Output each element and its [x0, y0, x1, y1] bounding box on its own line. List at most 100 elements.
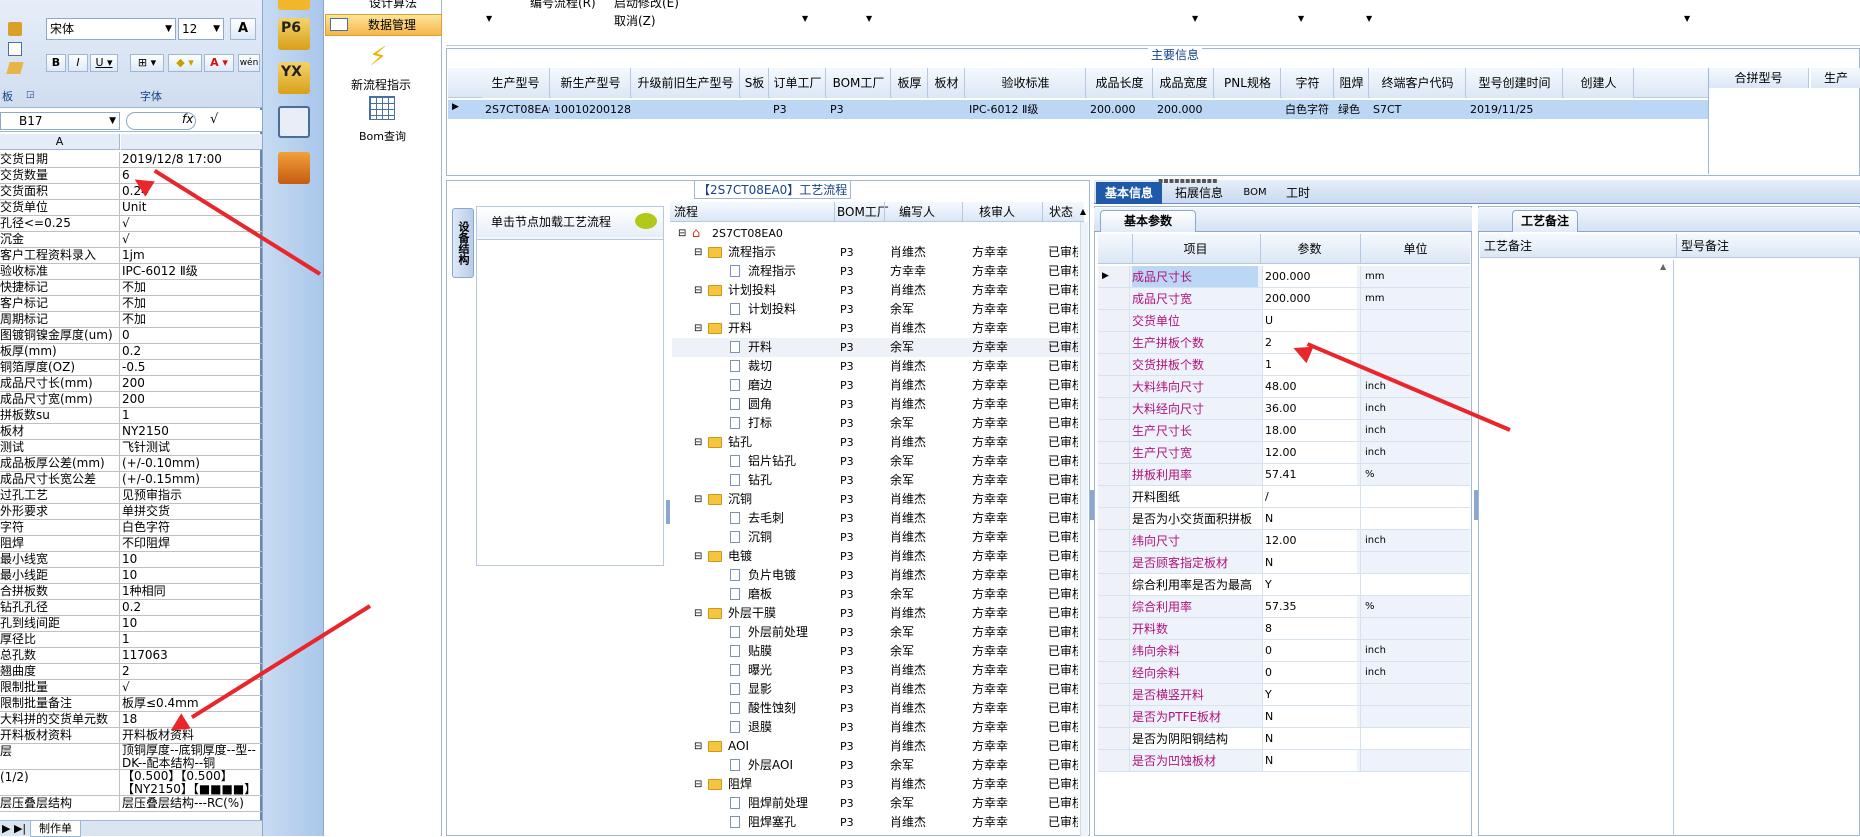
sheet-row[interactable]: 客户工程资料录入 1jm: [0, 248, 262, 264]
scroll-up-icon[interactable]: ▲: [1660, 262, 1666, 271]
name-box[interactable]: B17 ▼: [0, 112, 120, 130]
cell-b[interactable]: 200: [122, 392, 262, 407]
param-row[interactable]: 拼板利用率 57.41%: [1098, 464, 1470, 486]
column-header[interactable]: 阻焊: [1335, 68, 1369, 98]
sheet-row[interactable]: 合拼板数 1种相同: [0, 584, 262, 600]
param-value[interactable]: 200.000: [1262, 266, 1357, 287]
param-value[interactable]: 48.00: [1262, 376, 1357, 397]
tree-leaf-node[interactable]: 退膜 P3 肖维杰 方幸幸 已审核: [672, 718, 1082, 737]
tree-leaf-node[interactable]: 显影 P3 肖维杰 方幸幸 已审核: [672, 680, 1082, 699]
tree-leaf-node[interactable]: 酸性蚀刻 P3 肖维杰 方幸幸 已审核: [672, 699, 1082, 718]
param-row[interactable]: 是否为小交货面积拼板 N: [1098, 508, 1470, 530]
cell-a[interactable]: 合拼板数: [0, 584, 120, 599]
column-header[interactable]: 成品宽度: [1154, 68, 1214, 98]
tree-leaf-node[interactable]: 磨边 P3 肖维杰 方幸幸 已审核: [672, 376, 1082, 395]
sheet-row[interactable]: 字符 白色字符: [0, 520, 262, 536]
cell-b[interactable]: 10: [122, 568, 262, 583]
menu-item-cancel[interactable]: 取消(Z): [614, 12, 656, 29]
tab-1[interactable]: 拓展信息: [1166, 182, 1232, 204]
sheet-row[interactable]: 客户标记 不加: [0, 296, 262, 312]
table-icon[interactable]: [278, 0, 310, 10]
params-header-value[interactable]: 参数: [1260, 234, 1358, 264]
column-header[interactable]: 成品长度: [1087, 68, 1153, 98]
cell-a[interactable]: 阻焊: [0, 536, 120, 551]
cell-a[interactable]: (1/2): [0, 770, 120, 795]
sheet-row[interactable]: 层顶铜厚度--底铜厚度--型--DK--配本结构--铜: [0, 744, 262, 770]
cell-a[interactable]: 沉金: [0, 232, 120, 247]
yx-icon[interactable]: YX: [278, 62, 310, 94]
data-management-item[interactable]: 数据管理: [325, 14, 442, 36]
sheet-row[interactable]: 限制批量 √: [0, 680, 262, 696]
new-process-button[interactable]: 新流程指示: [351, 76, 411, 93]
cell-a[interactable]: 快捷标记: [0, 280, 120, 295]
row-selector[interactable]: [1098, 332, 1130, 353]
tree-expand-icon[interactable]: ⊟: [694, 737, 702, 756]
params-subtab[interactable]: 基本参数: [1100, 210, 1196, 232]
sheet-row[interactable]: 总孔数 117063: [0, 648, 262, 664]
sheet-row[interactable]: 大料拼的交货单元数 18: [0, 712, 262, 728]
cell-b[interactable]: 1jm: [122, 248, 262, 263]
table-cell[interactable]: [929, 100, 965, 119]
table-cell[interactable]: 2S7CT08EA0: [482, 100, 550, 119]
cell-a[interactable]: 客户标记: [0, 296, 120, 311]
cell-b[interactable]: 1: [122, 408, 262, 423]
tree-header-reviewer[interactable]: 核审人: [962, 202, 1040, 222]
cell-a[interactable]: 周期标记: [0, 312, 120, 327]
table-cell[interactable]: P3: [770, 100, 826, 119]
tab-2[interactable]: BOM: [1236, 182, 1274, 204]
phonetic-button[interactable]: wén: [238, 54, 260, 72]
chevron-down-icon[interactable]: ▼: [1298, 14, 1304, 23]
param-row[interactable]: 经向余料 0 inch: [1098, 662, 1470, 684]
cell-b[interactable]: IPC-6012 Ⅱ级: [122, 264, 262, 279]
sheet-row[interactable]: 交货数量 6: [0, 168, 262, 184]
tree-leaf-node[interactable]: 负片电镀 P3 肖维杰 方幸幸 已审核: [672, 566, 1082, 585]
table-cell[interactable]: S7CT: [1370, 100, 1466, 119]
cell-b[interactable]: -0.5: [122, 360, 262, 375]
sheet-row[interactable]: 成品尺寸宽(mm) 200: [0, 392, 262, 408]
dialog-launcher-icon[interactable]: ◲: [26, 90, 35, 100]
tree-header-status[interactable]: 状态: [1042, 202, 1076, 222]
table-cell[interactable]: [741, 100, 769, 119]
param-row[interactable]: 开料数 8: [1098, 618, 1470, 640]
cell-a[interactable]: 限制批量: [0, 680, 120, 695]
params-header-unit[interactable]: 单位: [1360, 234, 1470, 264]
tree-expand-icon[interactable]: ⊟: [694, 547, 702, 566]
column-header[interactable]: 创建人: [1564, 68, 1634, 98]
cell-b[interactable]: 层压叠层结构---RC(%): [122, 796, 262, 811]
tree-leaf-node[interactable]: 铝片钻孔 P3 余军 方幸幸 已审核: [672, 452, 1082, 471]
row-selector[interactable]: [1098, 354, 1130, 375]
param-row[interactable]: 是否顾客指定板材 N: [1098, 552, 1470, 574]
splitter-handle[interactable]: [666, 500, 670, 524]
tree-leaf-node[interactable]: 沉铜 P3 肖维杰 方幸幸 已审核: [672, 528, 1082, 547]
cell-b[interactable]: 单拼交货: [122, 504, 262, 519]
tree-folder-node[interactable]: ⊟ 沉铜 P3 肖维杰 方幸幸 已审核: [672, 490, 1082, 509]
font-size-select[interactable]: 12 ▼: [178, 18, 224, 40]
tree-leaf-node[interactable]: 阻焊前处理 P3 余军 方幸幸 已审核: [672, 794, 1082, 813]
load-hint-box[interactable]: 单击节点加载工艺流程: [476, 206, 664, 566]
cell-a[interactable]: 板材: [0, 424, 120, 439]
table-cell[interactable]: [1564, 100, 1634, 119]
cell-b[interactable]: 2019/12/8 17:00: [122, 152, 262, 167]
cell-a[interactable]: 交货单位: [0, 200, 120, 215]
cell-b[interactable]: 不加: [122, 312, 262, 327]
splitter-dots[interactable]: ▪▪▪▪▪▪▪▪▪▪▪: [1158, 176, 1218, 185]
sheet-row[interactable]: 孔到线间距 10: [0, 616, 262, 632]
cell-b[interactable]: (+/-0.10mm): [122, 456, 262, 471]
sheet-row[interactable]: 拼板数su 1: [0, 408, 262, 424]
cell-a[interactable]: 层压叠层结构: [0, 796, 120, 811]
cell-a[interactable]: 过孔工艺: [0, 488, 120, 503]
param-value[interactable]: 200.000: [1262, 288, 1357, 309]
underline-button[interactable]: U ▾: [90, 54, 118, 72]
tree-leaf-node[interactable]: 流程指示 P3 方幸幸 方幸幸 已审核: [672, 262, 1082, 281]
cell-a[interactable]: 孔到线间距: [0, 616, 120, 631]
cell-b[interactable]: 顶铜厚度--底铜厚度--型--DK--配本结构--铜: [122, 744, 262, 769]
fill-color-button[interactable]: ◆ ▾: [168, 54, 202, 72]
cell-b[interactable]: Unit: [122, 200, 262, 215]
vertical-tab-device[interactable]: 设备结构: [452, 208, 474, 278]
column-header[interactable]: 验收标准: [966, 68, 1086, 98]
table-cell[interactable]: [632, 100, 740, 119]
tree-header-writer[interactable]: 编写人: [884, 202, 960, 222]
notes-tab[interactable]: 工艺备注: [1512, 210, 1578, 232]
chevron-down-icon[interactable]: ▼: [1366, 14, 1372, 23]
cell-a[interactable]: 最小线宽: [0, 552, 120, 567]
